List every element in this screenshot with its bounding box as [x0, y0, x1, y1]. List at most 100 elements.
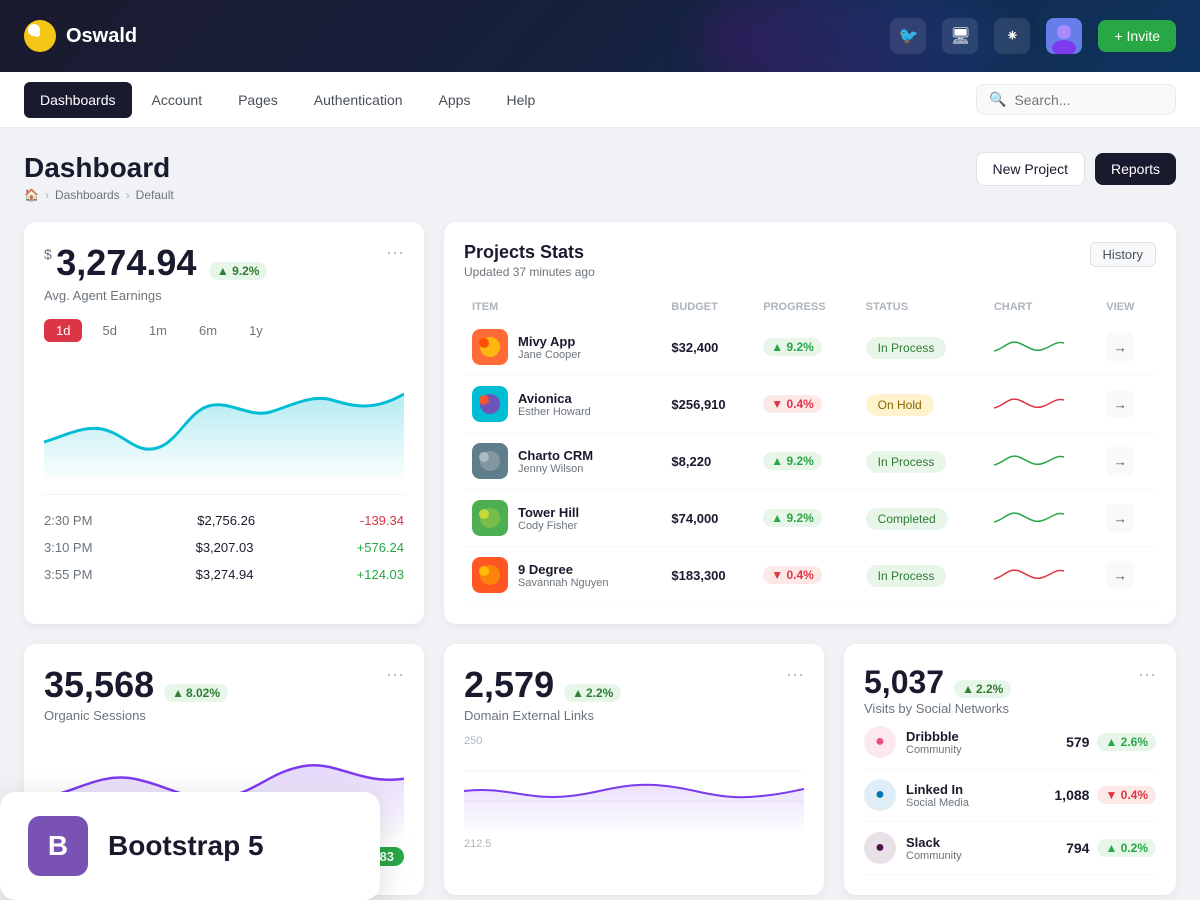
filter-5d[interactable]: 5d: [90, 319, 128, 342]
project-owner: Cody Fisher: [518, 520, 579, 532]
tab-apps[interactable]: Apps: [423, 82, 487, 118]
project-view-btn[interactable]: →: [1106, 333, 1134, 361]
project-progress: ▼ 0.4%: [763, 566, 822, 584]
social-network-change: ▲ 2.6%: [1097, 733, 1156, 751]
social-network-name: Slack: [906, 835, 962, 850]
search-input[interactable]: [1014, 92, 1163, 108]
nav-share-icon[interactable]: ⁕: [994, 18, 1030, 54]
stat-val-1: $2,756.26: [197, 513, 255, 528]
project-name: Mivy App: [518, 334, 581, 349]
col-item: ITEM: [464, 295, 663, 319]
social-header: 5,037 ▲ 2.2% Visits by Social Networks: [864, 664, 1011, 716]
new-project-button[interactable]: New Project: [976, 152, 1085, 186]
project-view-btn[interactable]: →: [1106, 504, 1134, 532]
stat-time-2: 3:10 PM: [44, 540, 92, 555]
organic-more-btn[interactable]: ···: [386, 664, 404, 685]
projects-stats-card: Projects Stats Updated 37 minutes ago Hi…: [444, 222, 1176, 624]
project-name: 9 Degree: [518, 562, 609, 577]
project-status: In Process: [866, 451, 947, 473]
invite-button[interactable]: + Invite: [1098, 20, 1176, 52]
chart-label-2125: 212.5: [464, 838, 492, 850]
social-networks-card: 5,037 ▲ 2.2% Visits by Social Networks ·…: [844, 644, 1176, 895]
projects-table: ITEM BUDGET PROGRESS STATUS CHART VIEW: [464, 295, 1156, 604]
project-view-btn[interactable]: →: [1106, 447, 1134, 475]
stat-val-2: $3,207.03: [196, 540, 254, 555]
project-item: Avionica Esther Howard: [472, 386, 655, 422]
stat-time-1: 2:30 PM: [44, 513, 92, 528]
domain-links-number: 2,579: [464, 664, 554, 706]
project-progress: ▲ 9.2%: [763, 509, 822, 527]
history-button[interactable]: History: [1090, 242, 1156, 267]
brand-icon: [24, 20, 56, 52]
filter-6m[interactable]: 6m: [187, 319, 229, 342]
social-network-icon: ●: [864, 726, 896, 758]
tab-authentication[interactable]: Authentication: [298, 82, 419, 118]
brand-name: Oswald: [66, 25, 137, 48]
social-items: ● Dribbble Community 579 ▲ 2.6% ● Linked…: [864, 716, 1156, 875]
user-avatar[interactable]: [1046, 18, 1082, 54]
brand: Oswald: [24, 20, 137, 52]
project-view-btn[interactable]: →: [1106, 561, 1134, 589]
social-number: 5,037: [864, 664, 944, 701]
filter-1y[interactable]: 1y: [237, 319, 275, 342]
nav-bird-icon[interactable]: 🐦: [890, 18, 926, 54]
project-name: Charto CRM: [518, 448, 593, 463]
project-chart: [994, 559, 1064, 589]
nav-monitor-icon[interactable]: 🖥: [942, 18, 978, 54]
page-header-left: Dashboard 🏠 › Dashboards › Default: [24, 152, 174, 202]
project-chart: [994, 502, 1064, 532]
project-view-btn[interactable]: →: [1106, 390, 1134, 418]
social-network-type: Community: [906, 744, 962, 756]
project-budget: $183,300: [663, 547, 755, 604]
project-name: Avionica: [518, 391, 591, 406]
tab-pages[interactable]: Pages: [222, 82, 294, 118]
stat-change-2: +576.24: [357, 540, 404, 555]
page-header: Dashboard 🏠 › Dashboards › Default New P…: [24, 152, 1176, 202]
chart-label-250: 250: [464, 735, 482, 747]
filter-1m[interactable]: 1m: [137, 319, 179, 342]
social-network-change: ▼ 0.4%: [1097, 786, 1156, 804]
project-progress: ▲ 9.2%: [763, 338, 822, 356]
social-network-name: Linked In: [906, 782, 969, 797]
organic-sessions-change: ▲ 8.02%: [164, 684, 228, 702]
social-network-type: Community: [906, 850, 962, 862]
stat-time-3: 3:55 PM: [44, 567, 92, 582]
domain-links-change: ▲ 2.2%: [564, 684, 621, 702]
social-network-item: ● Dribbble Community 579 ▲ 2.6%: [864, 716, 1156, 769]
reports-button[interactable]: Reports: [1095, 153, 1176, 185]
social-network-item: ● Slack Community 794 ▲ 0.2%: [864, 822, 1156, 875]
tab-help[interactable]: Help: [490, 82, 551, 118]
top-nav: Oswald 🐦 🖥 ⁕ + Invite: [0, 0, 1200, 72]
filter-1d[interactable]: 1d: [44, 319, 82, 342]
search-box[interactable]: 🔍: [976, 84, 1176, 115]
stat-change-3: +124.03: [357, 567, 404, 582]
tab-account[interactable]: Account: [136, 82, 219, 118]
domain-links-header: 2,579 ▲ 2.2% Domain External Links: [464, 664, 621, 723]
social-more-btn[interactable]: ···: [1138, 664, 1156, 685]
earnings-amount-row: $ 3,274.94 ▲ 9.2%: [44, 242, 267, 284]
table-row: Charto CRM Jenny Wilson $8,220 ▲ 9.2% In…: [464, 433, 1156, 490]
project-status: In Process: [866, 337, 947, 359]
domain-more-btn[interactable]: ···: [786, 664, 804, 685]
col-chart: CHART: [986, 295, 1098, 319]
bootstrap-icon: B: [28, 816, 88, 876]
project-budget: $8,220: [663, 433, 755, 490]
cards-row: $ 3,274.94 ▲ 9.2% Avg. Agent Earnings ··…: [24, 222, 1176, 624]
earnings-more-btn[interactable]: ···: [386, 242, 404, 263]
project-progress: ▲ 9.2%: [763, 452, 822, 470]
social-network-icon: ●: [864, 779, 896, 811]
organic-sessions-number: 35,568: [44, 664, 154, 706]
project-item: Mivy App Jane Cooper: [472, 329, 655, 365]
bootstrap-overlay: B Bootstrap 5: [0, 792, 380, 900]
organic-sessions-label: Organic Sessions: [44, 708, 228, 723]
project-item: Charto CRM Jenny Wilson: [472, 443, 655, 479]
nav-actions: 🐦 🖥 ⁕ + Invite: [890, 18, 1176, 54]
secondary-nav: Dashboards Account Pages Authentication …: [0, 72, 1200, 128]
project-chart: [994, 445, 1064, 475]
project-name: Tower Hill: [518, 505, 579, 520]
stat-row-1: 2:30 PM $2,756.26 -139.34: [44, 507, 404, 534]
page-actions: New Project Reports: [976, 152, 1177, 186]
tab-dashboards[interactable]: Dashboards: [24, 82, 132, 118]
time-filters: 1d 5d 1m 6m 1y: [44, 319, 404, 342]
project-item: 9 Degree Savannah Nguyen: [472, 557, 655, 593]
